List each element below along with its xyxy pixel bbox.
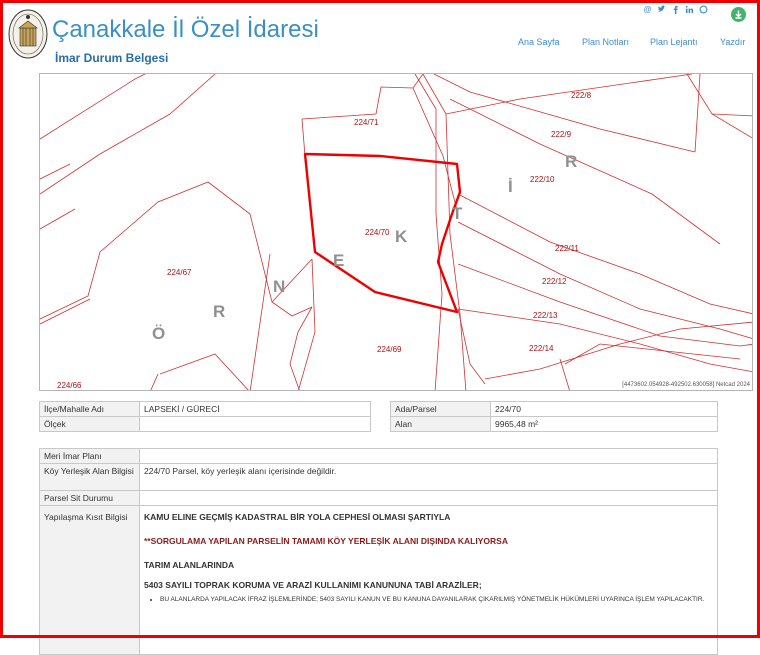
watermark-letter: Ö <box>152 324 165 343</box>
download-icon <box>735 10 742 19</box>
watermark-letter: R <box>213 302 225 321</box>
parcel-label: 224/69 <box>377 345 402 354</box>
nav-ana-sayfa[interactable]: Ana Sayfa <box>518 37 560 47</box>
yk-line: 5403 SAYILI TOPRAK KORUMA VE ARAZİ KULLA… <box>144 580 482 590</box>
yk-line: KAMU ELINE GEÇMİŞ KADASTRAL BİR YOLA CEP… <box>144 512 451 522</box>
table-row: Ada/Parsel 224/70 <box>390 401 718 417</box>
ada-parsel-value: 224/70 <box>490 401 718 417</box>
at-icon[interactable]: @ <box>643 5 652 14</box>
parsel-sit-value <box>139 490 718 506</box>
meri-imar-label: Meri İmar Planı <box>39 448 140 464</box>
parcel-label: 222/14 <box>529 344 554 353</box>
table-row: İlçe/Mahalle Adı LAPSEKİ / GÜRECİ <box>39 401 371 417</box>
table-row: Ölçek <box>39 416 371 432</box>
table-row: Meri İmar Planı <box>39 448 718 464</box>
parcel-label: 224/67 <box>167 268 192 277</box>
yk-line: TARIM ALANLARINDA <box>144 560 235 570</box>
plan-info-table: Meri İmar Planı Köy Yerleşik Alan Bilgis… <box>39 448 718 655</box>
watermark-letter: T <box>452 204 463 223</box>
alan-value: 9965,48 m² <box>490 416 718 432</box>
parcel-table: Ada/Parsel 224/70 Alan 9965,48 m² <box>390 401 718 432</box>
watermark-letter: İ <box>508 177 513 196</box>
watermark-letter: R <box>565 152 577 171</box>
watermark-letter: K <box>395 227 408 246</box>
nav-plan-lejanti[interactable]: Plan Lejantı <box>650 37 698 47</box>
download-button[interactable] <box>731 7 746 22</box>
table-row: Alan 9965,48 m² <box>390 416 718 432</box>
parcel-label: 222/13 <box>533 311 558 320</box>
yapilasma-kisit-value: KAMU ELINE GEÇMİŞ KADASTRAL BİR YOLA CEP… <box>139 505 718 655</box>
yk-list: BU ALANLARDA YAPILACAK İFRAZ İŞLEMLERİND… <box>154 596 713 603</box>
watermark: Ö R N E K T İ R <box>152 152 577 343</box>
parcel-label: 222/11 <box>555 244 579 253</box>
ilce-value: LAPSEKİ / GÜRECİ <box>139 401 371 417</box>
yk-line: **SORGULAMA YAPILAN PARSELİN TAMAMI KÖY … <box>144 536 508 546</box>
table-row: Köy Yerleşik Alan Bilgisi 224/70 Parsel,… <box>39 463 718 491</box>
parcel-label: 222/8 <box>571 91 592 100</box>
logo-icon <box>8 9 48 59</box>
linkedin-icon[interactable] <box>685 5 694 14</box>
parsel-sit-label: Parsel Sit Durumu <box>39 490 140 506</box>
site-title: Çanakkale İl Özel İdaresi <box>52 16 319 43</box>
list-item: BU ALANLARDA YAPILACAK İFRAZ İŞLEMLERİND… <box>160 596 713 603</box>
header: Çanakkale İl Özel İdaresi İmar Durum Bel… <box>0 0 760 72</box>
olcek-label: Ölçek <box>39 416 140 432</box>
parcel-label: 224/71 <box>354 118 379 127</box>
parcel-label: 222/12 <box>542 277 567 286</box>
yapilasma-kisit-label: Yapılaşma Kısıt Bilgisi <box>39 505 140 655</box>
map-coordinates: [4473602.054928-492502.630058] Netcad 20… <box>622 382 750 388</box>
facebook-icon[interactable] <box>671 5 680 15</box>
map-canvas: Ö R N E K T İ R 224/71 224/70 224/67 224… <box>40 74 752 390</box>
ilce-label: İlçe/Mahalle Adı <box>39 401 140 417</box>
table-row: Parsel Sit Durumu <box>39 490 718 506</box>
ada-parsel-label: Ada/Parsel <box>390 401 491 417</box>
watermark-letter: E <box>333 251 344 270</box>
parcel-label: 224/66 <box>57 381 82 390</box>
meri-imar-value <box>139 448 718 464</box>
location-table: İlçe/Mahalle Adı LAPSEKİ / GÜRECİ Ölçek <box>39 401 371 432</box>
page-subtitle: İmar Durum Belgesi <box>55 51 169 65</box>
parcel-label-selected: 224/70 <box>365 228 390 237</box>
alan-label: Alan <box>390 416 491 432</box>
parcel-label: 222/9 <box>551 130 572 139</box>
koy-yerlesik-value: 224/70 Parsel, köy yerleşik alanı içeris… <box>139 463 718 491</box>
nav-plan-notlari[interactable]: Plan Notları <box>582 37 629 47</box>
cadastral-map[interactable]: Ö R N E K T İ R 224/71 224/70 224/67 224… <box>39 73 753 391</box>
parcel-label: 222/10 <box>530 175 555 184</box>
olcek-value <box>139 416 371 432</box>
social-links: @ <box>643 5 708 15</box>
nav-yazdir[interactable]: Yazdır <box>720 37 745 47</box>
whatsapp-icon[interactable] <box>699 5 708 14</box>
twitter-icon[interactable] <box>657 5 666 14</box>
watermark-letter: N <box>273 277 285 296</box>
koy-yerlesik-label: Köy Yerleşik Alan Bilgisi <box>39 463 140 491</box>
table-row: Yapılaşma Kısıt Bilgisi KAMU ELINE GEÇMİ… <box>39 505 718 655</box>
